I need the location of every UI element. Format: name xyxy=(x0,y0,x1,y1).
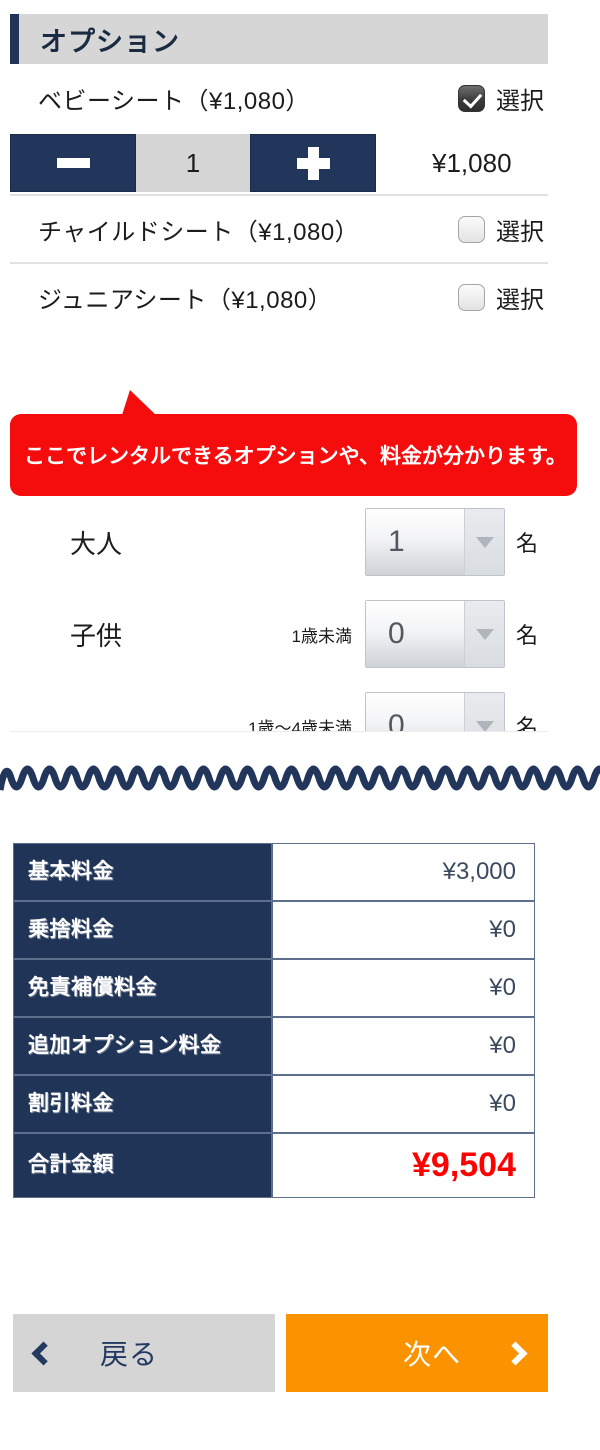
back-button-label: 戻る xyxy=(100,1339,159,1370)
passenger-label: 大人 xyxy=(70,528,123,559)
adult-count-select[interactable]: 1 xyxy=(365,508,505,576)
chevron-right-icon xyxy=(503,1340,528,1366)
table-row: 基本料金 ¥3,000 xyxy=(13,843,535,901)
passenger-unit: 名 xyxy=(516,531,539,556)
price-summary-table: 基本料金 ¥3,000 乗捨料金 ¥0 免責補償料金 ¥0 追加オプション料金 … xyxy=(13,843,535,1198)
price-row-label: 割引料金 xyxy=(13,1075,272,1133)
price-row-value: ¥0 xyxy=(272,1017,535,1075)
option-row-baby-seat[interactable]: ベビーシート（¥1,080） 選択 xyxy=(10,64,548,132)
back-button[interactable]: 戻る xyxy=(13,1314,275,1392)
quantity-stepper[interactable]: 1 xyxy=(10,134,376,192)
page-title: オプション xyxy=(40,26,180,57)
passenger-row-adult: 大人 1 名 xyxy=(10,496,548,588)
checkbox-unchecked-icon[interactable] xyxy=(458,215,485,243)
passenger-unit: 名 xyxy=(516,623,539,648)
toddler-count-select[interactable]: 0 xyxy=(365,692,505,731)
table-row: 追加オプション料金 ¥0 xyxy=(13,1017,535,1075)
option-select-label: 選択 xyxy=(496,87,544,115)
price-row-label: 乗捨料金 xyxy=(13,901,272,959)
plus-icon xyxy=(296,146,330,180)
passenger-count-section: 大人 1 名 子供 1歳未満 0 名 1歳～4歳未満 0 名 xyxy=(10,496,548,732)
option-select-label: 選択 xyxy=(496,286,544,314)
header-accent-bar xyxy=(10,14,19,64)
booking-options-page: オプション ベビーシート（¥1,080） 選択 1 ¥1,080 チャイルドシー… xyxy=(0,0,600,1450)
callout-tail xyxy=(121,390,159,418)
table-row: 免責補償料金 ¥0 xyxy=(13,959,535,1017)
option-select-control[interactable]: 選択 xyxy=(458,280,548,315)
quantity-value[interactable]: 1 xyxy=(136,134,250,192)
price-row-value: ¥3,000 xyxy=(272,843,535,901)
options-list: ベビーシート（¥1,080） 選択 1 ¥1,080 チャイルドシート（¥1,0… xyxy=(0,64,600,330)
infant-count-value: 0 xyxy=(366,601,464,667)
next-button[interactable]: 次へ xyxy=(286,1314,548,1392)
option-label: ベビーシート（¥1,080） xyxy=(38,87,310,115)
passenger-row-infant: 子供 1歳未満 0 名 xyxy=(10,588,548,680)
price-row-label: 追加オプション料金 xyxy=(13,1017,272,1075)
adult-count-value: 1 xyxy=(366,509,464,575)
chevron-down-icon xyxy=(464,601,504,667)
table-row: 割引料金 ¥0 xyxy=(13,1075,535,1133)
section-header: オプション xyxy=(10,14,548,64)
price-row-value: ¥0 xyxy=(272,1075,535,1133)
infant-count-select[interactable]: 0 xyxy=(365,600,505,668)
option-row-junior-seat[interactable]: ジュニアシート（¥1,080） 選択 xyxy=(10,262,548,330)
passenger-row-toddler: 1歳～4歳未満 0 名 xyxy=(10,680,548,732)
option-select-control[interactable]: 選択 xyxy=(458,81,548,116)
price-row-label: 免責補償料金 xyxy=(13,959,272,1017)
option-label: チャイルドシート（¥1,080） xyxy=(38,218,360,246)
option-label: ジュニアシート（¥1,080） xyxy=(38,286,333,314)
table-row: 乗捨料金 ¥0 xyxy=(13,901,535,959)
total-value: ¥9,504 xyxy=(272,1133,535,1198)
toddler-count-value: 0 xyxy=(366,693,464,731)
table-row-total: 合計金額 ¥9,504 xyxy=(13,1133,535,1198)
price-row-value: ¥0 xyxy=(272,901,535,959)
increment-button[interactable] xyxy=(250,134,376,192)
chevron-down-icon xyxy=(464,509,504,575)
passenger-label: 子供 xyxy=(70,620,123,651)
passenger-age-range: 1歳未満 xyxy=(291,626,352,646)
decrement-button[interactable] xyxy=(10,134,136,192)
option-select-control[interactable]: 選択 xyxy=(458,212,548,247)
chevron-left-icon xyxy=(31,1340,56,1366)
quantity-stepper-row: 1 ¥1,080 xyxy=(10,132,548,194)
annotation-callout-text: ここでレンタルできるオプションや、料金が分かります。 xyxy=(24,445,567,468)
option-select-label: 選択 xyxy=(496,218,544,246)
price-row-value: ¥0 xyxy=(272,959,535,1017)
next-button-label: 次へ xyxy=(402,1339,461,1370)
option-row-child-seat[interactable]: チャイルドシート（¥1,080） 選択 xyxy=(10,194,548,262)
total-label: 合計金額 xyxy=(13,1133,272,1198)
bottom-navigation: 戻る 次へ xyxy=(13,1314,548,1392)
annotation-callout: ここでレンタルできるオプションや、料金が分かります。 xyxy=(10,390,577,496)
price-row-label: 基本料金 xyxy=(13,843,272,901)
minus-icon xyxy=(56,158,90,168)
passenger-unit: 名 xyxy=(516,715,539,732)
checkbox-unchecked-icon[interactable] xyxy=(458,283,485,311)
option-price: ¥1,080 xyxy=(432,147,512,178)
checkbox-checked-icon[interactable] xyxy=(458,84,485,112)
passenger-age-range: 1歳～4歳未満 xyxy=(248,718,352,732)
chevron-down-icon xyxy=(464,693,504,731)
wave-divider xyxy=(0,765,600,791)
